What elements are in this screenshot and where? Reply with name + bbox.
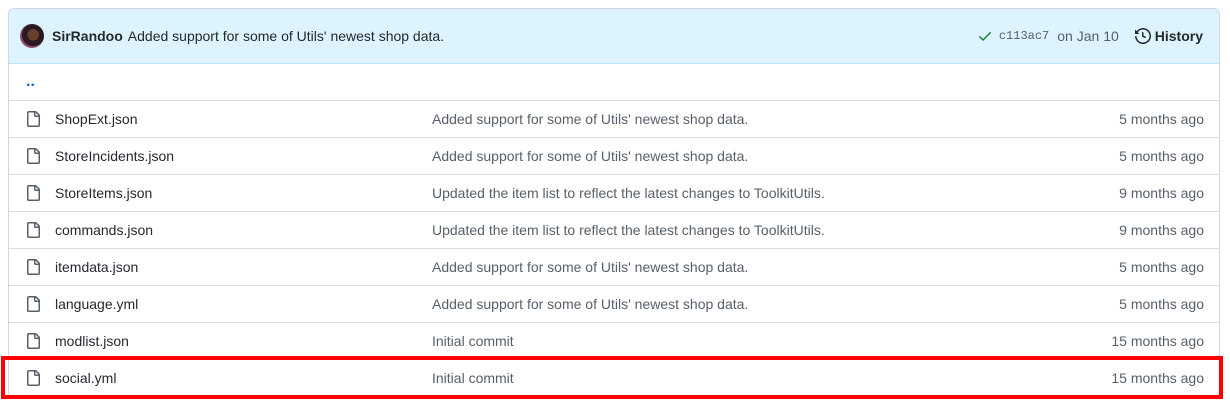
file-age: 15 months ago (1111, 370, 1204, 386)
file-row[interactable]: language.yml Added support for some of Ut… (9, 285, 1219, 322)
file-age: 9 months ago (1119, 185, 1204, 201)
file-age: 5 months ago (1119, 259, 1204, 275)
file-row[interactable]: commands.json Updated the item list to re… (9, 211, 1219, 248)
latest-commit-bar: SirRandoo Added support for some of Util… (9, 9, 1219, 64)
commit-author-link[interactable]: SirRandoo (52, 28, 123, 44)
history-button[interactable]: History (1134, 28, 1203, 44)
file-commit-message-link[interactable]: Added support for some of Utils' newest … (432, 296, 1119, 312)
commit-date: on Jan 10 (1057, 28, 1119, 44)
parent-directory-label[interactable]: .. (26, 73, 35, 91)
commit-sha-link[interactable]: c113ac7 (999, 29, 1049, 43)
parent-directory-link[interactable]: .. (9, 64, 1219, 100)
file-name-link[interactable]: itemdata.json (55, 259, 432, 275)
file-age: 9 months ago (1119, 222, 1204, 238)
file-row[interactable]: itemdata.json Added support for some of U… (9, 248, 1219, 285)
file-commit-message-link[interactable]: Added support for some of Utils' newest … (432, 148, 1119, 164)
file-name-link[interactable]: StoreIncidents.json (55, 148, 432, 164)
file-age: 5 months ago (1119, 296, 1204, 312)
file-age: 15 months ago (1111, 333, 1204, 349)
file-age: 5 months ago (1119, 111, 1204, 127)
file-icon (25, 148, 41, 164)
history-label: History (1154, 28, 1203, 44)
file-row[interactable]: StoreItems.json Updated the item list to … (9, 174, 1219, 211)
file-commit-message-link[interactable]: Added support for some of Utils' newest … (432, 111, 1119, 127)
file-row[interactable]: StoreIncidents.json Added support for som… (9, 137, 1219, 174)
file-commit-message-link[interactable]: Updated the item list to reflect the lat… (432, 222, 1119, 238)
file-icon (25, 111, 41, 127)
file-browser: SirRandoo Added support for some of Util… (8, 8, 1220, 398)
file-commit-message-link[interactable]: Updated the item list to reflect the lat… (432, 185, 1119, 201)
history-icon (1134, 28, 1151, 44)
file-name-link[interactable]: social.yml (55, 370, 432, 386)
file-name-link[interactable]: StoreItems.json (55, 185, 432, 201)
file-commit-message-link[interactable]: Added support for some of Utils' newest … (432, 259, 1119, 275)
file-icon (25, 370, 41, 386)
file-row[interactable]: social.yml Initial commit 15 months ago (9, 359, 1219, 396)
avatar[interactable] (20, 24, 44, 48)
file-name-link[interactable]: language.yml (55, 296, 432, 312)
file-age: 5 months ago (1119, 148, 1204, 164)
file-name-link[interactable]: ShopExt.json (55, 111, 432, 127)
file-icon (25, 296, 41, 312)
file-icon (25, 185, 41, 201)
file-list: ShopExt.json Added support for some of Ut… (9, 100, 1219, 396)
file-commit-message-link[interactable]: Initial commit (432, 370, 1111, 386)
check-icon[interactable] (977, 28, 993, 44)
file-row[interactable]: modlist.json Initial commit 15 months ago (9, 322, 1219, 359)
file-name-link[interactable]: modlist.json (55, 333, 432, 349)
file-commit-message-link[interactable]: Initial commit (432, 333, 1111, 349)
commit-message-link[interactable]: Added support for some of Utils' newest … (128, 28, 444, 44)
file-row[interactable]: ShopExt.json Added support for some of Ut… (9, 100, 1219, 137)
file-icon (25, 222, 41, 238)
file-icon (25, 333, 41, 349)
file-icon (25, 259, 41, 275)
file-name-link[interactable]: commands.json (55, 222, 432, 238)
